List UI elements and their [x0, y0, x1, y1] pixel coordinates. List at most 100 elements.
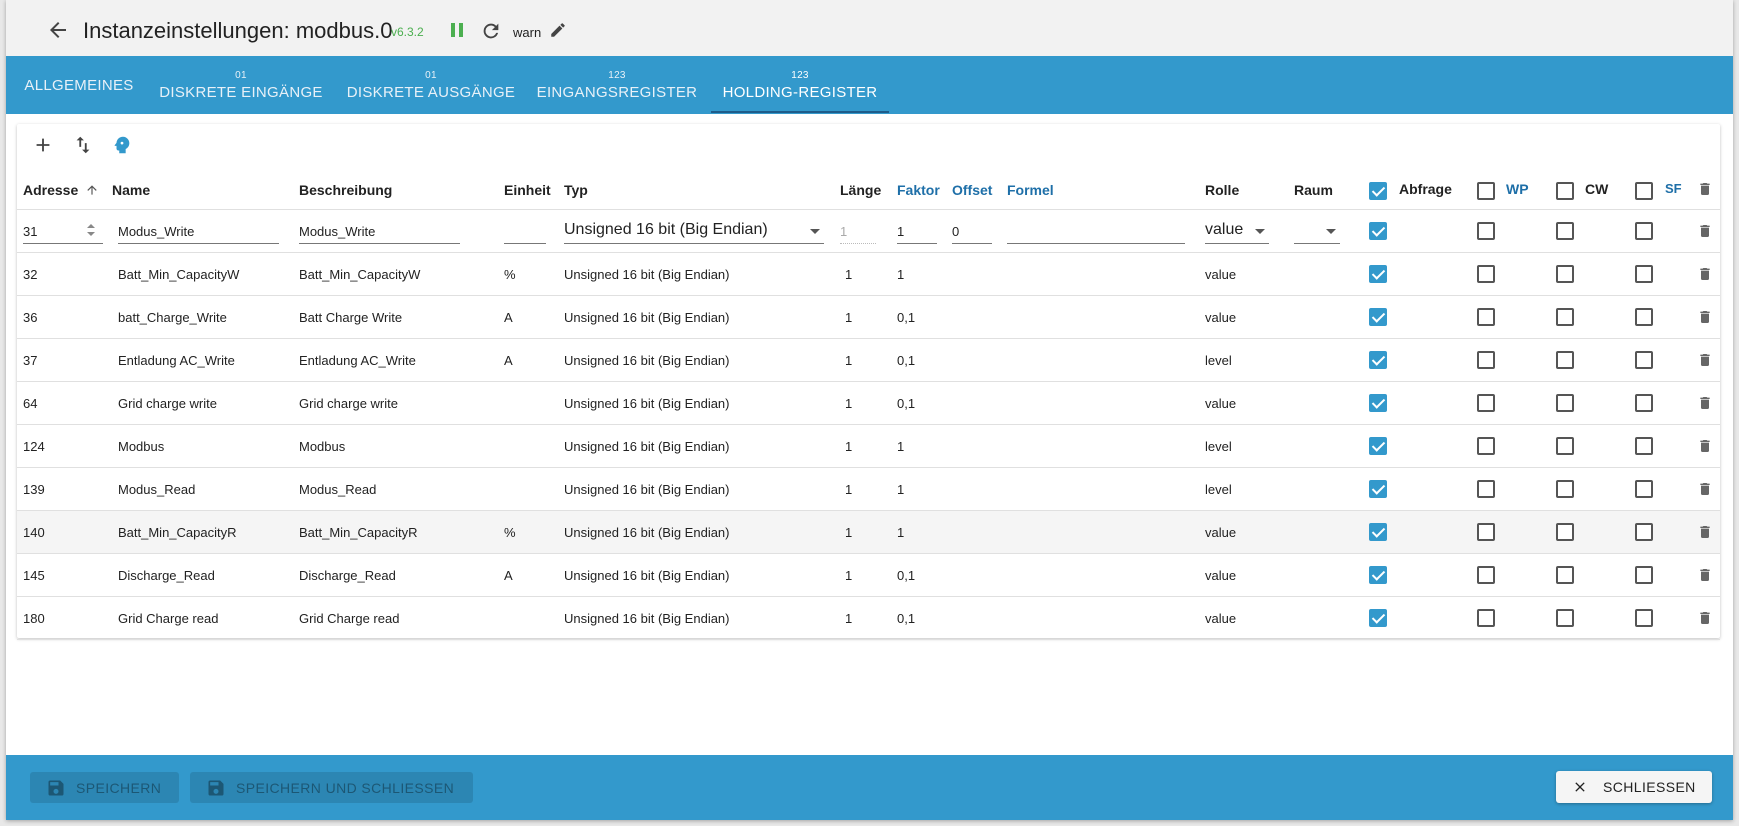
cw-checkbox[interactable] [1556, 609, 1574, 627]
cell-address: 37 [23, 353, 38, 368]
edit-pencil-icon[interactable] [549, 21, 567, 39]
import-head-icon[interactable] [111, 134, 133, 156]
poll-checkbox[interactable] [1369, 351, 1387, 369]
sf-checkbox[interactable] [1635, 265, 1653, 283]
cell-factor: 1 [897, 267, 905, 282]
table-row[interactable]: 37 Entladung AC_Write Entladung AC_Write A U… [17, 339, 1720, 382]
tab-holding-register[interactable]: 123 HOLDING-REGISTER [711, 56, 889, 114]
cell-description: Entladung AC_Write [299, 353, 416, 368]
name-input[interactable]: Modus_Write [118, 218, 279, 244]
table-row[interactable]: 124 Modbus Modbus Unsigned 16 bit (Big Endi… [17, 425, 1720, 468]
number-stepper-icon[interactable] [85, 222, 97, 238]
pause-icon[interactable] [449, 22, 465, 38]
cell-type: Unsigned 16 bit (Big Endian) [564, 525, 730, 540]
sf-checkbox[interactable] [1635, 480, 1653, 498]
wp-checkbox[interactable] [1477, 222, 1495, 240]
col-address-header[interactable]: Adresse [23, 182, 78, 198]
chevron-down-icon [1326, 229, 1336, 234]
close-button[interactable]: SCHLIESSEN [1556, 771, 1712, 803]
cw-checkbox[interactable] [1556, 480, 1574, 498]
wp-checkbox[interactable] [1477, 265, 1495, 283]
table-row[interactable]: 64 Grid charge write Grid charge write Unsi… [17, 382, 1720, 425]
sf-checkbox[interactable] [1635, 523, 1653, 541]
back-arrow-icon[interactable] [46, 18, 70, 42]
tab-diskrete-eingaenge[interactable]: 01 DISKRETE EINGÄNGE [152, 56, 330, 114]
cw-checkbox[interactable] [1556, 394, 1574, 412]
select-all-cw-checkbox[interactable] [1556, 182, 1574, 200]
select-all-poll-checkbox[interactable] [1369, 182, 1387, 200]
cell-length: 1 [845, 310, 853, 325]
trash-icon[interactable] [1697, 609, 1713, 627]
add-icon[interactable] [32, 134, 54, 156]
poll-checkbox[interactable] [1369, 265, 1387, 283]
sf-checkbox[interactable] [1635, 222, 1653, 240]
wp-checkbox[interactable] [1477, 566, 1495, 584]
poll-checkbox[interactable] [1369, 566, 1387, 584]
poll-checkbox[interactable] [1369, 437, 1387, 455]
cw-checkbox[interactable] [1556, 437, 1574, 455]
table-row[interactable]: 36 batt_Charge_Write Batt Charge Write A Uns… [17, 296, 1720, 339]
wp-checkbox[interactable] [1477, 609, 1495, 627]
delete-all-trash-icon[interactable] [1697, 180, 1713, 198]
trash-icon[interactable] [1697, 566, 1713, 584]
tab-eingangsregister[interactable]: 123 EINGANGSREGISTER [532, 56, 702, 114]
trash-icon[interactable] [1697, 394, 1713, 412]
tab-diskrete-ausgaenge[interactable]: 01 DISKRETE AUSGÄNGE [342, 56, 520, 114]
table-row[interactable]: 145 Discharge_Read Discharge_Read A Unsigned… [17, 554, 1720, 597]
tab-allgemeines[interactable]: ALLGEMEINES [14, 56, 144, 114]
table-row[interactable]: 139 Modus_Read Modus_Read Unsigned 16 bit (… [17, 468, 1720, 511]
cw-checkbox[interactable] [1556, 265, 1574, 283]
poll-checkbox[interactable] [1369, 523, 1387, 541]
save-and-close-button[interactable]: SPEICHERN UND SCHLIESSEN [190, 772, 473, 803]
save-button[interactable]: SPEICHERN [30, 772, 179, 803]
sf-checkbox[interactable] [1635, 609, 1653, 627]
trash-icon[interactable] [1697, 265, 1713, 283]
sf-checkbox[interactable] [1635, 566, 1653, 584]
wp-checkbox[interactable] [1477, 351, 1495, 369]
sf-checkbox[interactable] [1635, 308, 1653, 326]
trash-icon[interactable] [1697, 308, 1713, 326]
table-row[interactable]: 140 Batt_Min_CapacityR Batt_Min_CapacityR%… [17, 511, 1720, 554]
cell-factor: 1 [897, 439, 905, 454]
active-tab-indicator [711, 111, 889, 113]
cw-checkbox[interactable] [1556, 308, 1574, 326]
table-row[interactable]: 32 Batt_Min_CapacityW Batt_Min_CapacityW% U… [17, 253, 1720, 296]
wp-checkbox[interactable] [1477, 308, 1495, 326]
factor-input[interactable]: 1 [897, 218, 937, 244]
poll-checkbox[interactable] [1369, 394, 1387, 412]
trash-icon[interactable] [1697, 222, 1713, 240]
formula-input[interactable] [1007, 218, 1185, 244]
role-select[interactable]: value [1205, 216, 1269, 244]
reload-icon[interactable] [480, 20, 502, 42]
wp-checkbox[interactable] [1477, 437, 1495, 455]
cw-checkbox[interactable] [1556, 351, 1574, 369]
save-button-label: SPEICHERN [76, 779, 162, 796]
wp-checkbox[interactable] [1477, 394, 1495, 412]
poll-checkbox[interactable] [1369, 609, 1387, 627]
sf-checkbox[interactable] [1635, 394, 1653, 412]
cw-checkbox[interactable] [1556, 523, 1574, 541]
poll-checkbox[interactable] [1369, 222, 1387, 240]
room-select[interactable] [1294, 216, 1340, 244]
sf-checkbox[interactable] [1635, 437, 1653, 455]
trash-icon[interactable] [1697, 480, 1713, 498]
sort-arrow-up-icon[interactable] [85, 183, 99, 197]
description-input[interactable]: Modus_Write [299, 218, 460, 244]
sf-checkbox[interactable] [1635, 351, 1653, 369]
trash-icon[interactable] [1697, 437, 1713, 455]
poll-checkbox[interactable] [1369, 480, 1387, 498]
unit-input[interactable] [504, 218, 546, 244]
offset-input[interactable]: 0 [952, 218, 992, 244]
trash-icon[interactable] [1697, 351, 1713, 369]
trash-icon[interactable] [1697, 523, 1713, 541]
cw-checkbox[interactable] [1556, 566, 1574, 584]
cw-checkbox[interactable] [1556, 222, 1574, 240]
poll-checkbox[interactable] [1369, 308, 1387, 326]
table-row[interactable]: 180 Grid Charge read Grid Charge read Unsig… [17, 597, 1720, 640]
select-all-wp-checkbox[interactable] [1477, 182, 1495, 200]
select-all-sf-checkbox[interactable] [1635, 182, 1653, 200]
type-select[interactable]: Unsigned 16 bit (Big Endian) [564, 216, 824, 244]
wp-checkbox[interactable] [1477, 523, 1495, 541]
sort-icon[interactable] [72, 134, 94, 156]
wp-checkbox[interactable] [1477, 480, 1495, 498]
